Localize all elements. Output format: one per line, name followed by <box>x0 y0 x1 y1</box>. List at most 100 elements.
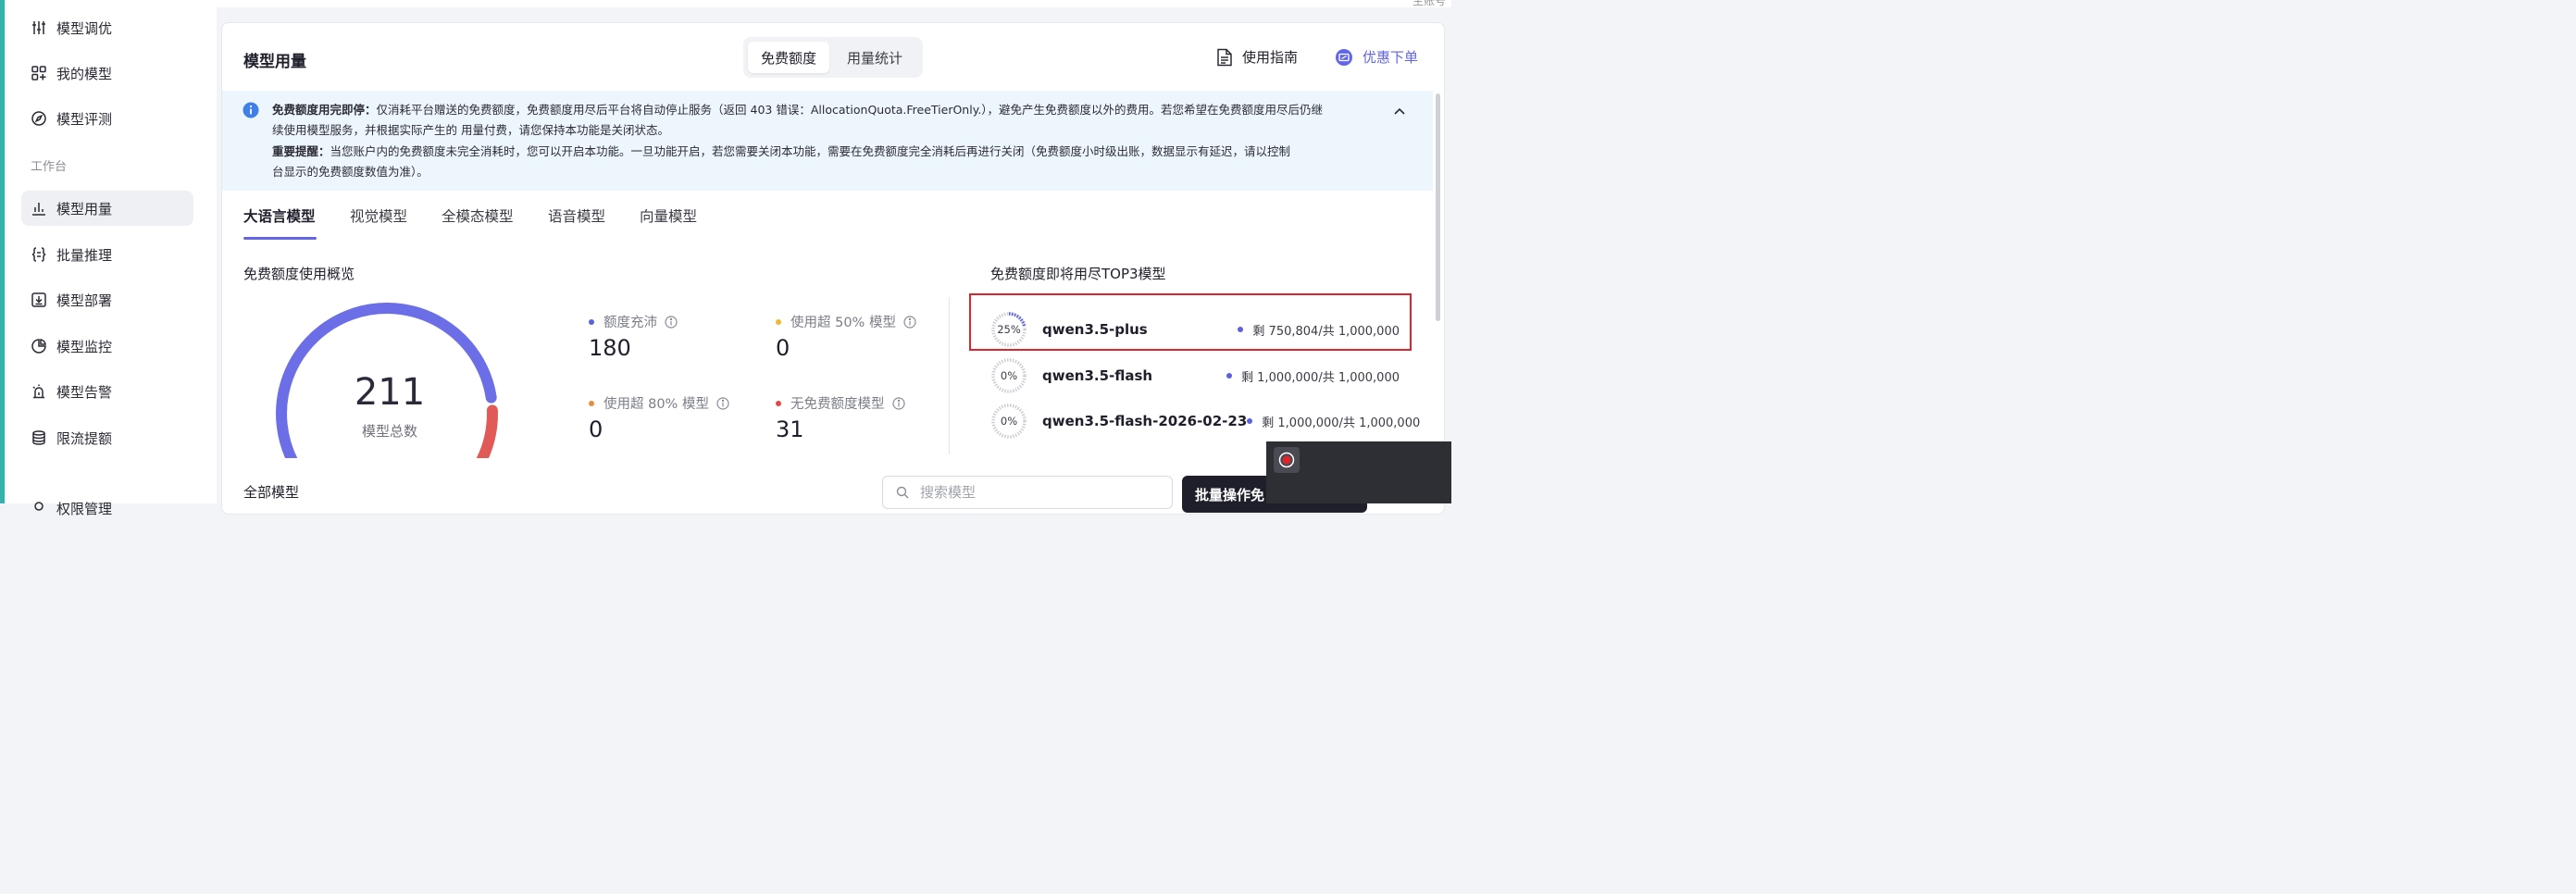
sidebar-item-label: 模型部署 <box>56 292 113 309</box>
all-models-title: 全部模型 <box>243 484 300 501</box>
stat-value: 31 <box>776 416 804 442</box>
discount-order-link[interactable]: 优惠下单 <box>1335 47 1418 67</box>
stat-label: 额度充沛 <box>604 316 657 330</box>
sidebar-item-batch-inference[interactable]: 批量推理 <box>21 237 193 272</box>
download-box-icon <box>31 292 47 308</box>
sidebar-item-label: 模型告警 <box>56 383 113 401</box>
coupon-icon <box>1335 48 1353 67</box>
discount-label: 优惠下单 <box>1363 49 1419 66</box>
notice-line-3: 重要提醒：当您账户内的免费额度未完全消耗时，您可以开启本功能。一旦功能开启，若您… <box>272 142 1383 163</box>
sidebar-item-label: 我的模型 <box>56 65 113 82</box>
guide-link[interactable]: 使用指南 <box>1216 47 1298 67</box>
usage-percent: 0% <box>1000 415 1018 428</box>
sidebar-item-model-monitor[interactable]: 模型监控 <box>21 329 193 364</box>
sidebar-item-label: 模型调优 <box>56 19 113 37</box>
notice-line-2: 续使用模型服务，并根据实际产生的 用量付费，请您保持本功能是关闭状态。 <box>272 123 669 137</box>
sidebar-item-model-usage[interactable]: 模型用量 <box>21 191 193 226</box>
sidebar-group-workbench: 工作台 <box>31 160 68 174</box>
model-name: qwen3.5-flash-2026-02-23 <box>1042 413 1248 429</box>
segment-usage-stats[interactable]: 用量统计 <box>834 42 915 73</box>
stat-dot <box>776 400 781 406</box>
usage-percent: 0% <box>1000 369 1018 382</box>
sidebar: 模型调优 我的模型 模型评测 工作台 模型用量 批量推理 模型部署 模型监控 模… <box>5 7 217 517</box>
active-tab-indicator <box>243 237 317 240</box>
highlight-box <box>969 293 1412 351</box>
notice-line-1: 免费额度用完即停：仅消耗平台赠送的免费额度，免费额度用尽后平台将自动停止服务（返… <box>272 100 1383 121</box>
info-circle-icon[interactable] <box>665 315 678 329</box>
tab-embedding[interactable]: 向量模型 <box>640 205 697 226</box>
notice-line-4: 台显示的免费额度数值为准）。 <box>272 165 429 179</box>
free-quota-notice: 免费额度用完即停：仅消耗平台赠送的免费额度，免费额度用尽后平台将自动停止服务（返… <box>222 91 1433 191</box>
remaining-quota-text: 剩 1,000,000/共 1,000,000 <box>1241 370 1400 385</box>
remaining-quota-text: 剩 1,000,000/共 1,000,000 <box>1262 416 1421 430</box>
alarm-icon <box>31 383 47 400</box>
search-input[interactable] <box>918 483 1163 502</box>
pie-chart-icon <box>31 338 47 354</box>
sidebar-item-label: 模型用量 <box>56 200 113 217</box>
sidebar-item-model-deploy[interactable]: 模型部署 <box>21 282 193 317</box>
sidebar-item-my-models[interactable]: 我的模型 <box>21 56 193 91</box>
remaining-quota: 剩 1,000,000/共 1,000,000 <box>1247 413 1420 430</box>
segment-free-quota[interactable]: 免费额度 <box>748 42 829 73</box>
gauge-arc-no-quota <box>476 404 498 458</box>
section-divider <box>949 297 950 454</box>
stat-value: 0 <box>776 335 790 361</box>
stat-label: 使用超 50% 模型 <box>790 316 896 330</box>
tab-vision[interactable]: 视觉模型 <box>350 205 407 226</box>
total-models-label: 模型总数 <box>362 423 417 440</box>
usage-ring: 0% <box>990 357 1027 394</box>
record-icon[interactable] <box>1274 447 1300 473</box>
sidebar-item-label: 批量推理 <box>56 246 113 264</box>
usage-card: 模型用量 免费额度 用量统计 使用指南 优惠下单 免费额度用完即停：仅消耗平台赠… <box>221 22 1445 515</box>
database-icon <box>31 429 47 446</box>
recorder-overlay <box>1266 441 1451 503</box>
notice-line-1-title: 免费额度用完即停： <box>272 103 377 117</box>
quota-dot <box>1247 418 1253 424</box>
segment-control: 免费额度 用量统计 <box>743 37 923 78</box>
notice-line-3-title: 重要提醒： <box>272 144 330 158</box>
info-circle-icon[interactable] <box>903 315 916 329</box>
bar-chart-icon <box>31 200 47 217</box>
sidebar-item-label: 权限管理 <box>56 500 113 517</box>
sidebar-item-permissions[interactable]: 权限管理 <box>21 490 193 526</box>
search-icon <box>896 486 909 499</box>
account-label[interactable]: 主账号 <box>1412 0 1446 8</box>
scrollbar[interactable] <box>1436 93 1440 321</box>
stat-over80: 使用超 80% 模型 0 <box>589 393 729 442</box>
tab-omni[interactable]: 全模态模型 <box>442 205 514 226</box>
stat-label: 使用超 80% 模型 <box>604 397 709 412</box>
stat-dot <box>589 400 594 406</box>
sidebar-item-model-tuning[interactable]: 模型调优 <box>21 10 193 45</box>
braces-icon <box>31 246 47 263</box>
info-icon <box>243 102 259 122</box>
key-icon <box>31 500 47 516</box>
stat-dot <box>589 318 594 325</box>
usage-gauge: 211 模型总数 <box>276 303 498 458</box>
overview-title: 免费额度使用概览 <box>243 266 355 282</box>
top3-item[interactable]: 0% qwen3.5-flash-2026-02-23 剩 1,000,000/… <box>990 400 1420 442</box>
top3-item[interactable]: 0% qwen3.5-flash 剩 1,000,000/共 1,000,000 <box>990 354 1400 397</box>
total-models-value: 211 <box>355 371 425 414</box>
info-circle-icon[interactable] <box>891 396 905 410</box>
chevron-up-icon[interactable] <box>1392 104 1407 122</box>
stat-dot <box>776 318 781 325</box>
stat-ample: 额度充沛 180 <box>589 312 678 361</box>
stat-value: 180 <box>589 335 631 361</box>
model-name: qwen3.5-flash <box>1042 367 1153 384</box>
compass-icon <box>31 110 47 127</box>
tab-speech[interactable]: 语音模型 <box>548 205 605 226</box>
stat-no-quota: 无免费额度模型 31 <box>776 393 905 442</box>
sidebar-item-label: 限流提额 <box>56 429 113 447</box>
guide-label: 使用指南 <box>1242 49 1299 66</box>
sidebar-item-label: 模型评测 <box>56 110 113 128</box>
sidebar-item-model-alarm[interactable]: 模型告警 <box>21 374 193 409</box>
document-icon <box>1216 48 1233 67</box>
notice-line-1-text: 仅消耗平台赠送的免费额度，免费额度用尽后平台将自动停止服务（返回 403 错误：… <box>376 103 1324 117</box>
sidebar-item-label: 模型监控 <box>56 338 113 355</box>
sidebar-item-model-eval[interactable]: 模型评测 <box>21 101 193 136</box>
sidebar-item-rate-limit[interactable]: 限流提额 <box>21 420 193 455</box>
usage-ring: 0% <box>990 403 1027 440</box>
search-box[interactable] <box>882 476 1173 509</box>
info-circle-icon[interactable] <box>716 396 729 410</box>
tab-llm[interactable]: 大语言模型 <box>243 205 316 226</box>
